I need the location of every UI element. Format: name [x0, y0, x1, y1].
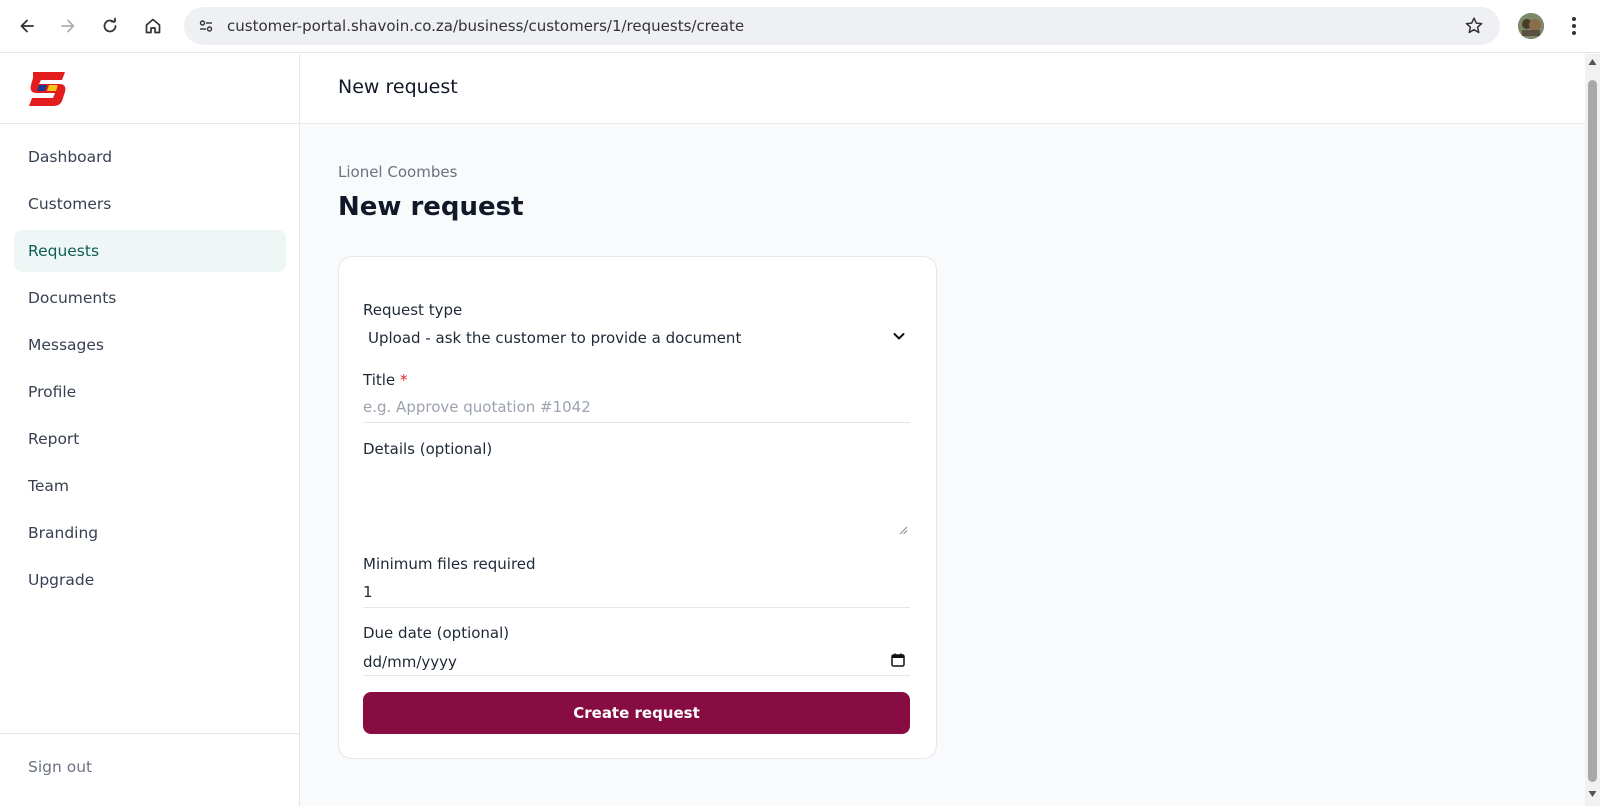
sidebar-item-branding[interactable]: Branding [14, 512, 286, 554]
forward-button[interactable] [52, 10, 84, 42]
due-date-placeholder: dd/mm/yyyy [363, 653, 457, 671]
min-files-label: Minimum files required [363, 555, 536, 573]
sidebar-item-profile[interactable]: Profile [14, 371, 286, 413]
request-form-card: Request type Upload - ask the customer t… [338, 256, 937, 759]
back-arrow-icon [20, 19, 34, 33]
reload-icon [103, 17, 117, 33]
header-title: New request [338, 76, 458, 98]
create-request-button[interactable]: Create request [363, 692, 910, 734]
url-text[interactable]: customer-portal.shavoin.co.za/business/c… [227, 17, 744, 35]
calendar-icon[interactable] [890, 652, 906, 668]
site-info-icon[interactable] [194, 14, 218, 38]
request-type-label: Request type [363, 301, 463, 319]
sidebar-item-customers[interactable]: Customers [14, 183, 286, 225]
sidebar: Dashboard Customers Requests Documents M… [0, 54, 300, 806]
details-label: Details (optional) [363, 440, 493, 458]
sidebar-item-upgrade[interactable]: Upgrade [14, 559, 286, 601]
browser-toolbar: customer-portal.shavoin.co.za/business/c… [0, 0, 1600, 53]
page-header: New request [300, 54, 1585, 124]
back-button[interactable] [11, 10, 43, 42]
reload-button[interactable] [94, 10, 126, 42]
logo-area [0, 54, 299, 124]
sign-out-link[interactable]: Sign out [28, 758, 92, 776]
sidebar-item-requests[interactable]: Requests [14, 230, 286, 272]
sidebar-item-messages[interactable]: Messages [14, 324, 286, 366]
request-type-value: Upload - ask the customer to provide a d… [368, 329, 742, 347]
min-files-value: 1 [363, 583, 373, 601]
sidebar-item-dashboard[interactable]: Dashboard [14, 136, 286, 178]
breadcrumb[interactable]: Lionel Coombes [338, 163, 457, 181]
more-vert-icon[interactable] [1562, 12, 1586, 40]
due-date-input[interactable]: dd/mm/yyyy [363, 646, 910, 676]
profile-avatar-icon[interactable] [1518, 13, 1544, 39]
title-label-text: Title [363, 371, 396, 389]
title-input[interactable]: e.g. Approve quotation #1042 [363, 391, 910, 423]
chevron-down-icon [893, 333, 905, 340]
scrollbar-thumb[interactable] [1588, 80, 1597, 782]
sidebar-nav: Dashboard Customers Requests Documents M… [14, 136, 286, 606]
min-files-input[interactable]: 1 [363, 576, 910, 608]
home-icon [145, 18, 161, 34]
address-bar[interactable]: customer-portal.shavoin.co.za/business/c… [184, 7, 1500, 45]
request-type-select[interactable]: Upload - ask the customer to provide a d… [363, 321, 910, 355]
title-placeholder: e.g. Approve quotation #1042 [363, 398, 591, 416]
page-scrollbar[interactable] [1585, 54, 1600, 806]
main-content: Lionel Coombes New request Request type … [300, 124, 1585, 806]
scroll-up-arrow-icon[interactable] [1588, 58, 1597, 66]
sidebar-item-documents[interactable]: Documents [14, 277, 286, 319]
scroll-down-arrow-icon[interactable] [1588, 790, 1597, 798]
sidebar-item-report[interactable]: Report [14, 418, 286, 460]
brand-logo-icon[interactable] [27, 68, 69, 108]
resize-grip-icon[interactable] [898, 525, 908, 535]
title-label: Title * [363, 371, 407, 389]
bookmark-star-icon[interactable] [1462, 14, 1486, 38]
home-button[interactable] [137, 10, 169, 42]
sidebar-footer: Sign out [0, 733, 299, 806]
details-textarea[interactable] [363, 465, 910, 537]
sidebar-item-team[interactable]: Team [14, 465, 286, 507]
due-date-label: Due date (optional) [363, 624, 510, 642]
forward-arrow-icon [61, 19, 75, 33]
page-title: New request [338, 192, 524, 222]
required-indicator: * [399, 371, 408, 389]
